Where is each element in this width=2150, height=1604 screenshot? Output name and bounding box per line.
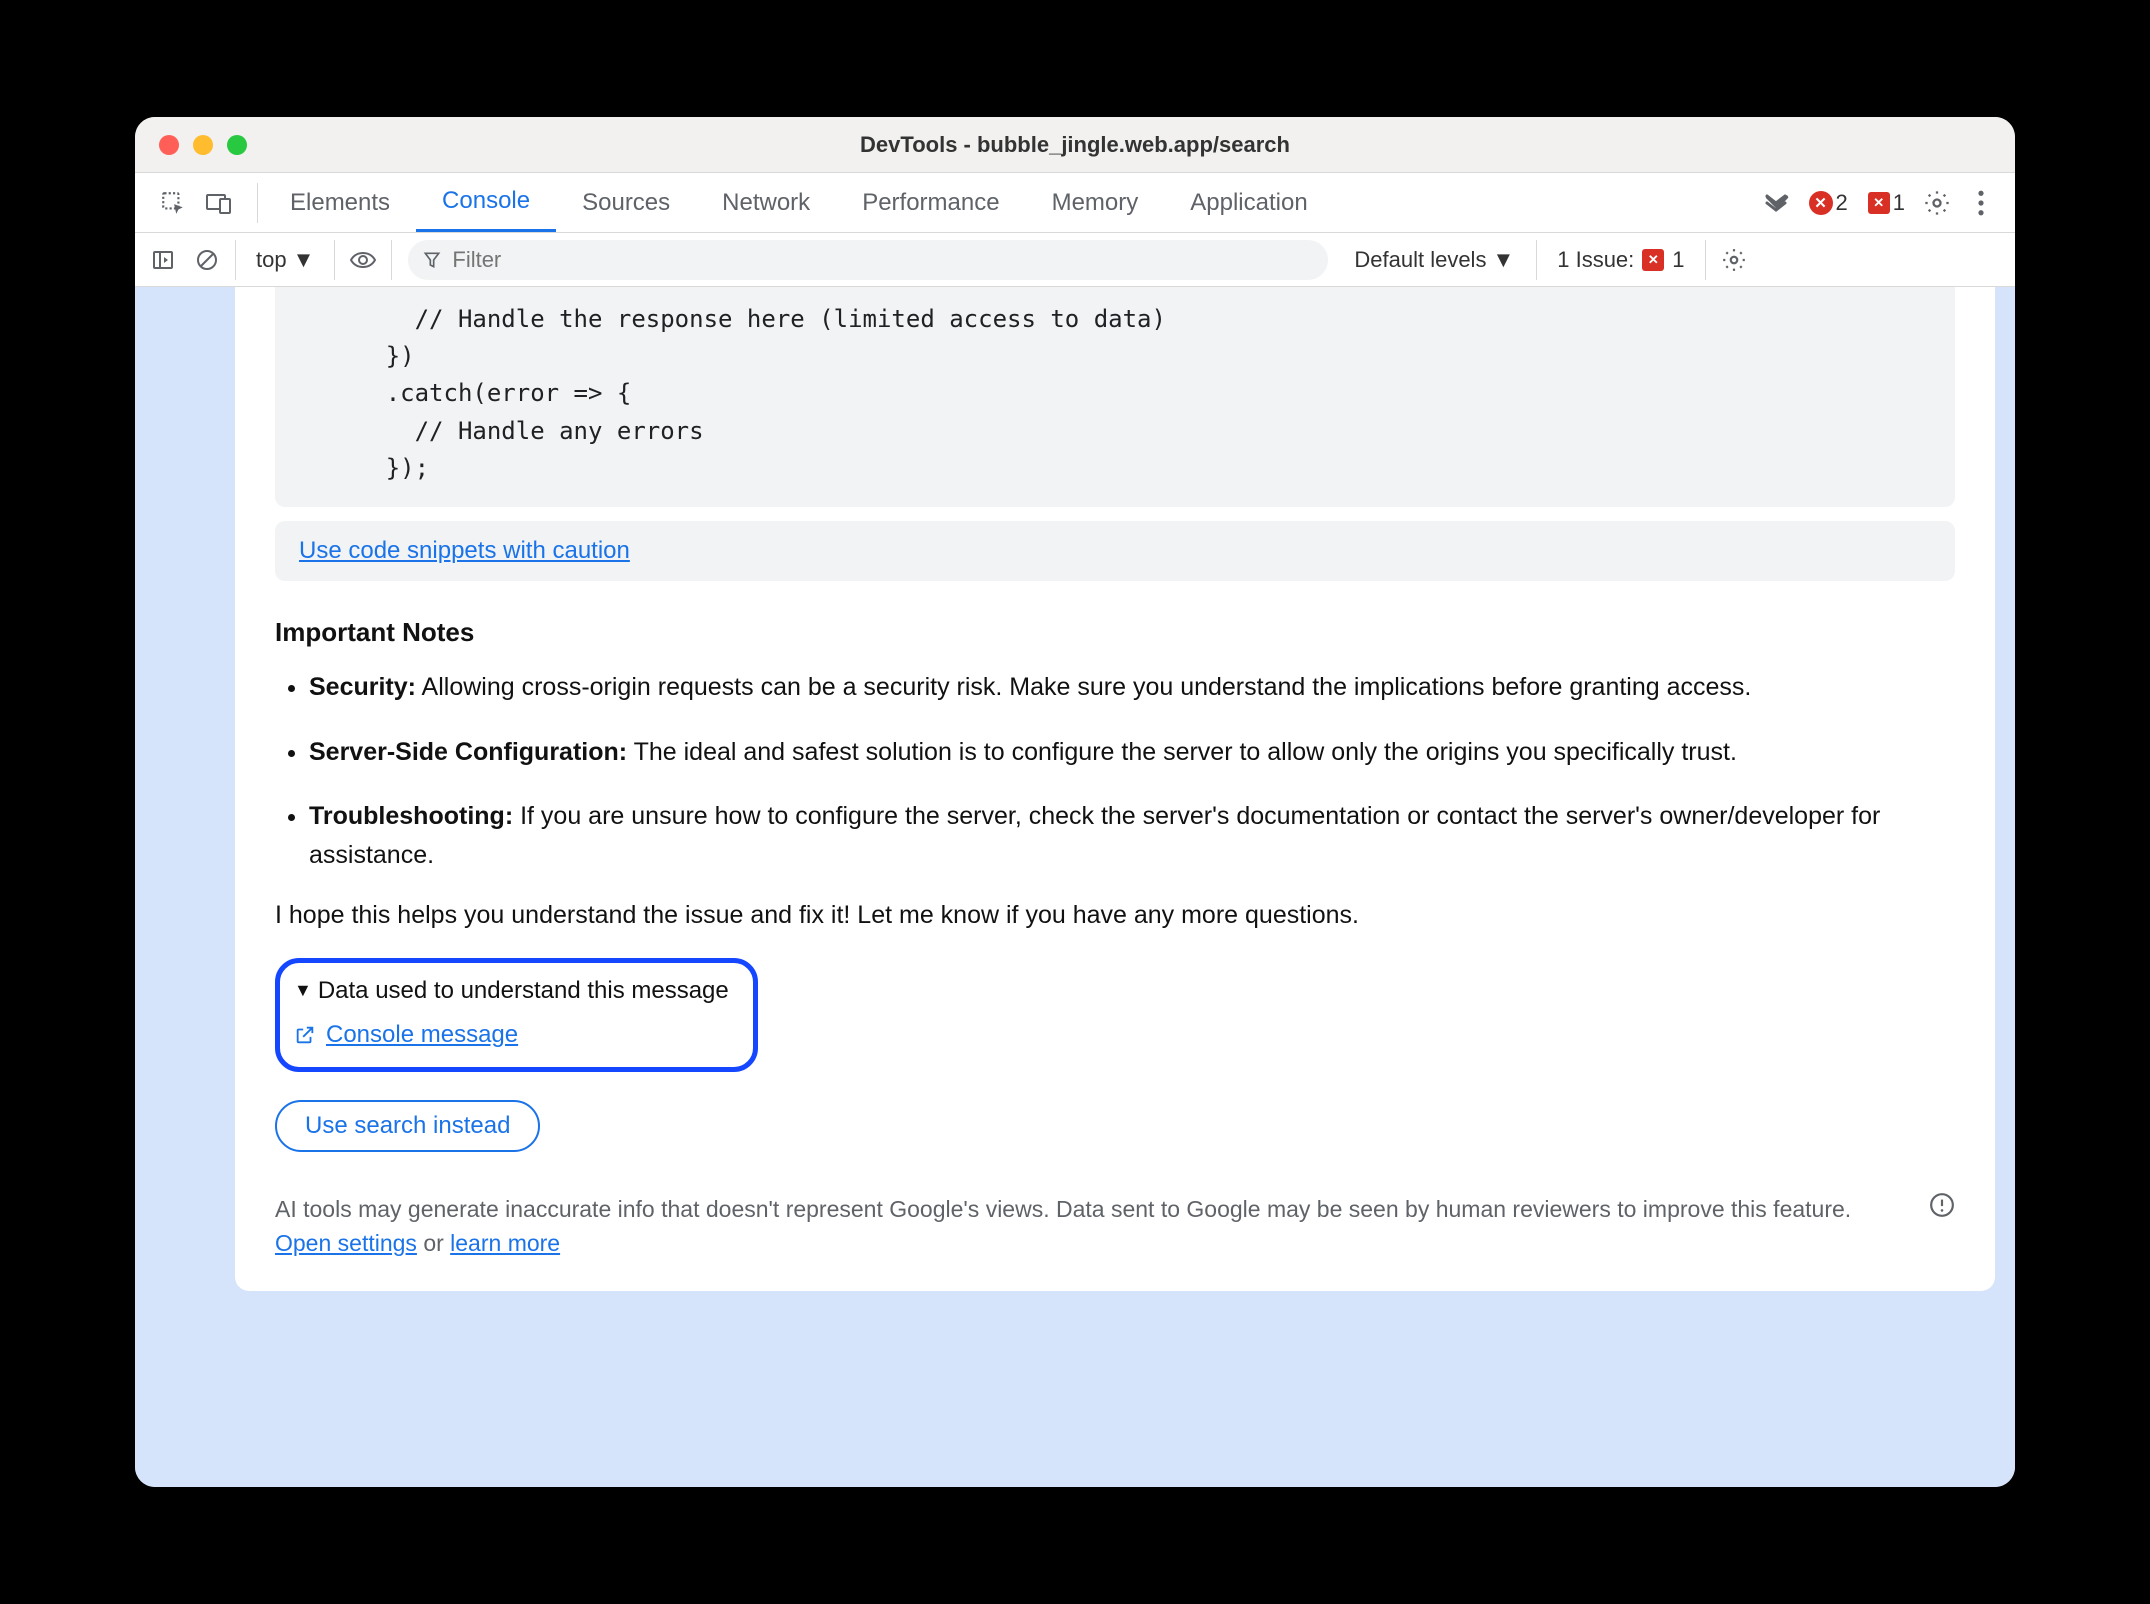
chevron-down-icon: ▼ bbox=[1492, 247, 1514, 273]
console-message-link[interactable]: Console message bbox=[290, 1021, 729, 1049]
notes-list: Security: Allowing cross-origin requests… bbox=[275, 668, 1955, 875]
caution-strip: Use code snippets with caution bbox=[275, 521, 1955, 581]
open-settings-link[interactable]: Open settings bbox=[275, 1230, 417, 1256]
titlebar: DevTools - bubble_jingle.web.app/search bbox=[135, 117, 2015, 173]
tab-application[interactable]: Application bbox=[1164, 173, 1333, 232]
issue-icon: ✕ bbox=[1642, 249, 1664, 271]
list-item: Troubleshooting: If you are unsure how t… bbox=[309, 797, 1955, 875]
chevron-down-icon: ▼ bbox=[293, 247, 315, 273]
console-content: // Handle the response here (limited acc… bbox=[135, 287, 2015, 1487]
tab-elements[interactable]: Elements bbox=[264, 173, 416, 232]
tab-console[interactable]: Console bbox=[416, 173, 556, 232]
tab-sources[interactable]: Sources bbox=[556, 173, 696, 232]
window-title: DevTools - bubble_jingle.web.app/search bbox=[135, 132, 2015, 158]
issue-badge-top[interactable]: ✕ 1 bbox=[1858, 190, 1915, 216]
live-expression-icon[interactable] bbox=[341, 238, 385, 282]
kebab-menu-icon[interactable] bbox=[1959, 181, 2003, 225]
notes-heading: Important Notes bbox=[275, 617, 1955, 648]
console-toolbar: top ▼ Default levels ▼ 1 Issue: ✕ 1 bbox=[135, 233, 2015, 287]
code-snippet: // Handle the response here (limited acc… bbox=[275, 287, 1955, 507]
tab-memory[interactable]: Memory bbox=[1026, 173, 1165, 232]
toggle-sidebar-icon[interactable] bbox=[141, 238, 185, 282]
learn-more-link[interactable]: learn more bbox=[450, 1230, 560, 1256]
issue-icon: ✕ bbox=[1868, 192, 1890, 214]
more-tabs-icon[interactable] bbox=[1755, 181, 1799, 225]
use-search-button[interactable]: Use search instead bbox=[275, 1100, 540, 1152]
list-item: Security: Allowing cross-origin requests… bbox=[309, 668, 1955, 707]
details-toggle[interactable]: Data used to understand this message bbox=[290, 977, 729, 1005]
inspect-element-icon[interactable] bbox=[151, 181, 195, 225]
caution-link[interactable]: Use code snippets with caution bbox=[299, 537, 630, 564]
log-levels-select[interactable]: Default levels ▼ bbox=[1338, 247, 1530, 273]
clear-console-icon[interactable] bbox=[185, 238, 229, 282]
main-tabs-bar: Elements Console Sources Network Perform… bbox=[135, 173, 2015, 233]
panel-tabs: Elements Console Sources Network Perform… bbox=[264, 173, 1334, 232]
console-settings-icon[interactable] bbox=[1712, 238, 1756, 282]
filter-input[interactable] bbox=[408, 240, 1328, 280]
tab-performance[interactable]: Performance bbox=[836, 173, 1025, 232]
open-external-icon bbox=[294, 1024, 316, 1046]
error-badge[interactable]: ✕ 2 bbox=[1799, 190, 1858, 216]
settings-icon[interactable] bbox=[1915, 181, 1959, 225]
ai-disclaimer: AI tools may generate inaccurate info th… bbox=[275, 1192, 1955, 1261]
data-used-details: Data used to understand this message Con… bbox=[275, 958, 758, 1072]
list-item: Server-Side Configuration: The ideal and… bbox=[309, 733, 1955, 772]
ai-explanation-panel: // Handle the response here (limited acc… bbox=[235, 287, 1995, 1291]
info-icon[interactable] bbox=[1929, 1192, 1955, 1218]
issues-counter[interactable]: 1 Issue: ✕ 1 bbox=[1543, 247, 1698, 273]
error-icon: ✕ bbox=[1809, 191, 1833, 215]
filter-icon bbox=[422, 250, 442, 270]
devtools-window: DevTools - bubble_jingle.web.app/search … bbox=[135, 117, 2015, 1487]
closing-text: I hope this helps you understand the iss… bbox=[275, 901, 1955, 930]
execution-context-select[interactable]: top ▼ bbox=[242, 247, 328, 273]
device-toolbar-icon[interactable] bbox=[197, 181, 241, 225]
tab-network[interactable]: Network bbox=[696, 173, 836, 232]
